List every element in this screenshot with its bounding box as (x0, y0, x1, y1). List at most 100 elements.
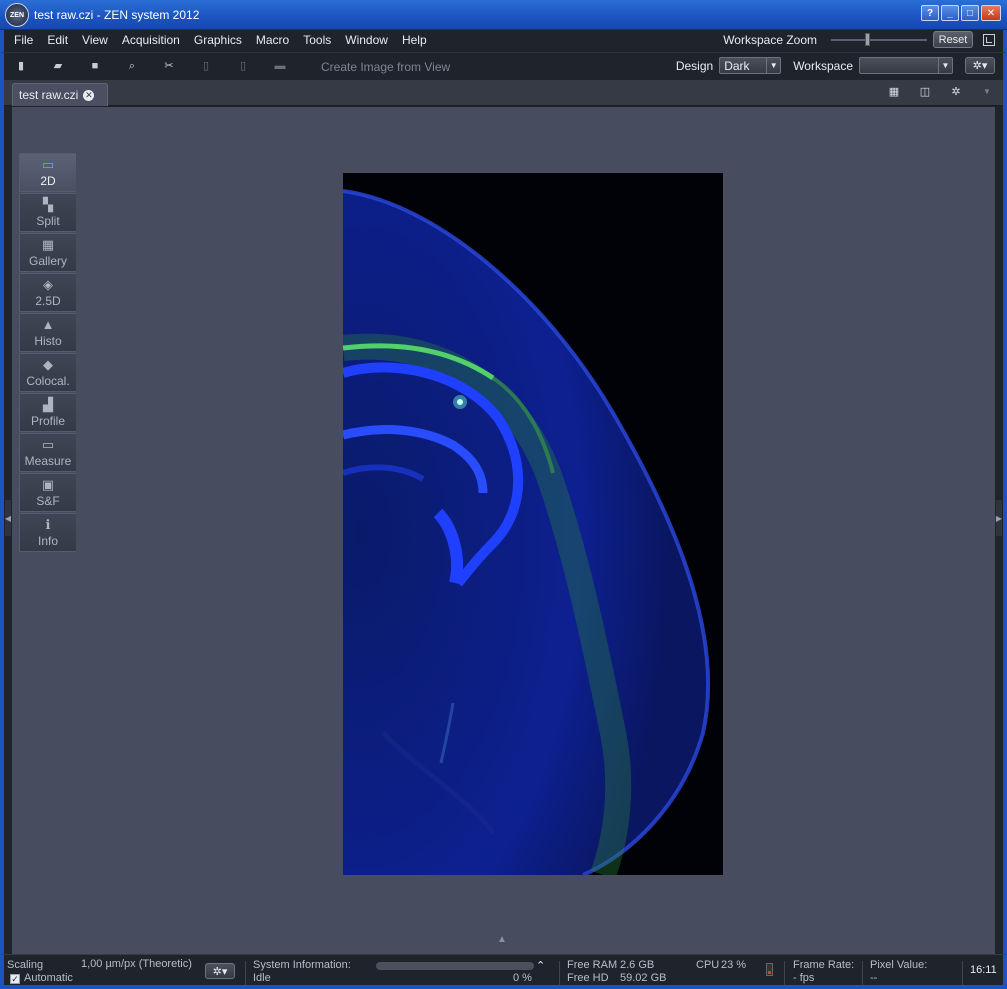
status-bar: Scaling 1,00 µm/px (Theoretic) ✓ Automati… (0, 954, 1007, 989)
split-layout-icon[interactable]: ◫ (915, 85, 935, 99)
workspace-zoom-slider[interactable] (831, 32, 927, 46)
create-image-from-view-button[interactable]: Create Image from View (321, 60, 450, 74)
view-tab-info[interactable]: ℹ Info (19, 513, 76, 552)
menu-bar: File Edit View Acquisition Graphics Macr… (0, 30, 1007, 52)
view-tab-label: Gallery (28, 254, 67, 268)
view-tab-label: Split (36, 214, 60, 228)
left-panel-toggle[interactable]: ◀ (5, 500, 11, 536)
document-tabstrip: test raw.czi ✕ (4, 80, 1003, 106)
free-ram-value: 2.6 GB (620, 959, 655, 971)
open-folder-icon[interactable]: ▰ (51, 59, 65, 73)
menu-view[interactable]: View (82, 33, 108, 47)
checkbox-checked-icon: ✓ (10, 974, 20, 984)
menu-help[interactable]: Help (402, 33, 427, 47)
menu-acquisition[interactable]: Acquisition (122, 33, 180, 47)
scaling-label: Scaling (7, 959, 44, 971)
view-tab-profile[interactable]: ▟ Profile (19, 393, 76, 432)
automatic-checkbox[interactable]: ✓ Automatic (10, 972, 73, 985)
preview-icon[interactable]: ⌕ (125, 59, 139, 73)
automatic-label: Automatic (24, 972, 73, 984)
histogram-icon: ▲ (41, 317, 55, 332)
view-tab-measure[interactable]: ▭ Measure (19, 433, 76, 472)
view-tab-label: S&F (36, 494, 60, 508)
gear-icon: ✲▾ (212, 965, 228, 978)
info-icon: ℹ (45, 517, 51, 532)
reset-button[interactable]: Reset (933, 31, 973, 48)
collapse-arrow-icon[interactable]: ▲ (497, 934, 507, 945)
menu-edit[interactable]: Edit (47, 33, 68, 47)
view-tab-label: Colocal. (26, 374, 70, 388)
view-tab-split[interactable]: ▚ Split (19, 193, 76, 232)
gallery-view-icon: ▦ (41, 237, 55, 252)
menu-window[interactable]: Window (345, 33, 388, 47)
colocalization-icon: ◆ (43, 357, 53, 372)
free-ram-label: Free RAM (567, 959, 618, 971)
view-tab-label: Profile (30, 414, 65, 428)
view-tab-label: 2.5D (35, 294, 61, 308)
document-tab-label: test raw.czi (19, 88, 79, 102)
split-view-icon: ▚ (43, 197, 53, 212)
chevron-down-icon[interactable]: ▼ (977, 85, 997, 99)
system-state: Idle (253, 972, 271, 984)
view-tab-label: Info (37, 534, 58, 548)
view-tab-2d[interactable]: ▭ 2D (19, 153, 76, 192)
title-bar: ZEN test raw.czi - ZEN system 2012 ? _ □… (0, 0, 1007, 30)
paste-icon[interactable]: ▯ (236, 59, 250, 73)
pixel-value-label: Pixel Value: (870, 959, 928, 971)
gear-icon: ✲▾ (972, 60, 988, 72)
pixel-value: -- (870, 972, 878, 984)
view-tab-sf[interactable]: ▣ S&F (19, 473, 76, 512)
menu-tools[interactable]: Tools (303, 33, 331, 47)
expand-arrow-icon[interactable]: ⌃ (536, 960, 545, 973)
menu-macro[interactable]: Macro (256, 33, 289, 47)
view-tab-label: 2D (40, 174, 56, 188)
cpu-indicator-icon (766, 963, 773, 976)
measure-icon: ▭ (41, 437, 55, 452)
menu-file[interactable]: File (14, 33, 33, 47)
settings-menu-button[interactable]: ✲▾ (965, 57, 995, 74)
view-tab-2-5d[interactable]: ◈ 2.5D (19, 273, 76, 312)
window-controls: ? _ □ ✕ (921, 5, 1001, 21)
frame-rate-value: - fps (793, 972, 815, 984)
scaling-value: 1,00 µm/px (Theoretic) (81, 958, 192, 970)
menu-graphics[interactable]: Graphics (194, 33, 242, 47)
help-button[interactable]: ? (921, 5, 939, 21)
design-value: Dark (724, 58, 750, 73)
undock-icon[interactable] (983, 33, 995, 46)
view-tab-label: Histo (34, 334, 62, 348)
view-tab-gallery[interactable]: ▦ Gallery (19, 233, 76, 272)
system-info-label: System Information: (253, 959, 351, 971)
grid-layout-icon[interactable]: ▦ (884, 85, 904, 99)
stitch-fuse-icon: ▣ (41, 477, 55, 492)
copy-icon[interactable]: ▯ (199, 59, 213, 73)
scaling-settings-button[interactable]: ✲▾ (205, 963, 235, 979)
cpu-label: CPU (696, 959, 720, 971)
workspace-select[interactable]: ▼ (859, 57, 953, 74)
view-tab-histo[interactable]: ▲ Histo (19, 313, 76, 352)
chevron-down-icon: ▼ (938, 58, 952, 73)
minimize-button[interactable]: _ (941, 5, 959, 21)
maximize-button[interactable]: □ (961, 5, 979, 21)
toolbar: ▮ ▰ ■ ⌕ ✂ ▯ ▯ ▬ Create Image from View D… (0, 52, 1007, 80)
close-button[interactable]: ✕ (981, 5, 1001, 21)
save-icon[interactable]: ■ (88, 59, 102, 73)
ruler-icon[interactable]: ▬ (273, 59, 287, 73)
cpu-value: 23 % (721, 959, 747, 971)
design-select[interactable]: Dark ▼ (719, 57, 782, 74)
slider-thumb[interactable] (865, 32, 870, 46)
view-tab-colocal[interactable]: ◆ Colocal. (19, 353, 76, 392)
microscopy-image[interactable] (343, 173, 723, 875)
progress-bar (376, 962, 534, 970)
progress-percent: 0 % (513, 972, 532, 984)
tab-tools: ▦ ◫ ✲ ▼ (884, 85, 997, 99)
2-5d-view-icon: ◈ (43, 277, 53, 292)
frame-rate-label: Frame Rate: (793, 959, 855, 971)
right-panel-toggle[interactable]: ▶ (996, 500, 1002, 536)
cut-icon[interactable]: ✂ (162, 59, 176, 73)
free-hd-label: Free HD (567, 972, 609, 984)
gear-icon[interactable]: ✲ (946, 85, 966, 99)
new-document-icon[interactable]: ▮ (14, 59, 28, 73)
close-tab-icon[interactable]: ✕ (83, 89, 95, 101)
profile-icon: ▟ (43, 397, 53, 412)
document-tab[interactable]: test raw.czi ✕ (12, 83, 108, 106)
